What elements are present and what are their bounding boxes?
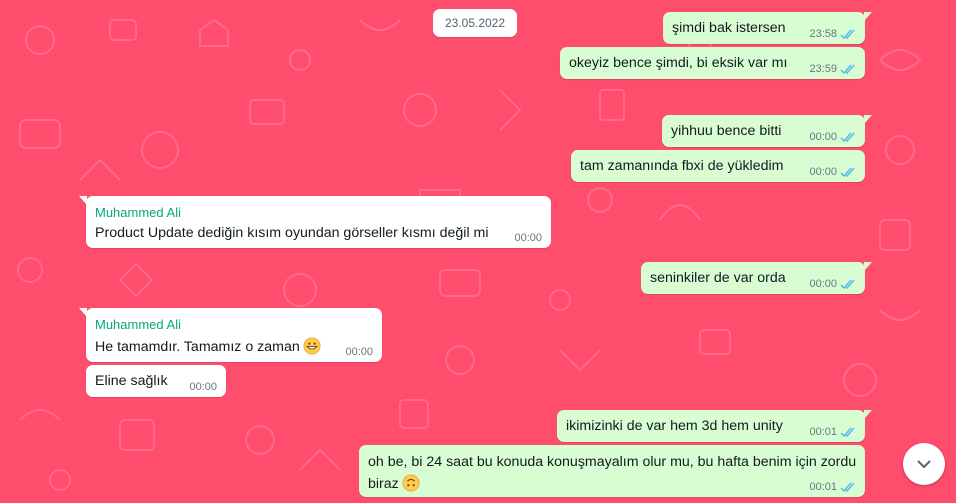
message-incoming[interactable]: Muhammed Ali Product Update dediğin kısı…: [79, 196, 551, 248]
message-time: 00:00: [809, 278, 837, 290]
message-time: 00:00: [809, 131, 837, 143]
message-meta: 23:58: [809, 28, 856, 40]
message-time: 00:00: [345, 346, 373, 358]
message-meta: 00:00: [809, 166, 856, 178]
message-meta: 23:59: [809, 63, 856, 75]
double-check-icon: [840, 29, 856, 40]
message-text: seninkiler de var orda: [650, 270, 786, 286]
message-text: yihhuu bence bitti: [671, 123, 782, 139]
message-text: tam zamanında fbxi de yükledim: [580, 158, 784, 174]
grinning-face-icon: [303, 337, 321, 355]
message-time: 00:00: [514, 232, 542, 244]
message-text: Eline sağlık: [95, 373, 168, 389]
message-incoming[interactable]: Muhammed Ali He tamamdır. Tamamız o zama…: [79, 308, 382, 362]
date-label: 23.05.2022: [444, 16, 506, 30]
message-time: 00:01: [809, 426, 837, 438]
message-meta: 00:00: [345, 346, 373, 358]
message-text-line: He tamamdır. Tamamız o zaman: [95, 337, 321, 355]
message-outgoing[interactable]: ikimizinki de var hem 3d hem unity 00:01: [557, 410, 872, 442]
message-time: 23:59: [809, 63, 837, 75]
date-separator: 23.05.2022: [433, 9, 517, 37]
message-meta: 00:00: [809, 131, 856, 143]
message-text-line-1: oh be, bi 24 saat bu konuda konuşmayalım…: [368, 454, 857, 470]
double-check-icon: [840, 427, 856, 438]
sender-name[interactable]: Muhammed Ali: [95, 317, 181, 332]
sender-name[interactable]: Muhammed Ali: [95, 205, 181, 220]
double-check-icon: [840, 132, 856, 143]
double-check-icon: [840, 482, 856, 493]
message-outgoing[interactable]: okeyiz bence şimdi, bi eksik var mı 23:5…: [560, 47, 865, 79]
double-check-icon: [840, 279, 856, 290]
double-check-icon: [840, 64, 856, 75]
upside-down-face-icon: [402, 474, 420, 492]
message-text: şimdi bak istersen: [672, 20, 786, 36]
message-meta: 00:00: [809, 278, 856, 290]
message-time: 23:58: [809, 28, 837, 40]
message-text-line-2: biraz: [368, 474, 420, 492]
message-text: okeyiz bence şimdi, bi eksik var mı: [569, 55, 788, 71]
message-text: Product Update dediğin kısım oyundan gör…: [95, 225, 489, 241]
message-time: 00:00: [809, 166, 837, 178]
message-text: biraz: [368, 476, 399, 492]
message-outgoing[interactable]: tam zamanında fbxi de yükledim 00:00: [571, 150, 865, 182]
message-text: He tamamdır. Tamamız o zaman: [95, 339, 300, 355]
message-meta: 00:00: [514, 232, 542, 244]
message-time: 00:00: [189, 381, 217, 393]
message-time: 00:01: [809, 481, 837, 493]
message-outgoing[interactable]: şimdi bak istersen 23:58: [663, 12, 872, 44]
message-outgoing[interactable]: oh be, bi 24 saat bu konuda konuşmayalım…: [359, 445, 865, 497]
message-meta: 00:01: [809, 481, 856, 493]
chevron-down-icon: [917, 460, 931, 469]
message-meta: 00:00: [189, 381, 217, 393]
message-meta: 00:01: [809, 426, 856, 438]
message-outgoing[interactable]: yihhuu bence bitti 00:00: [662, 115, 872, 147]
message-incoming[interactable]: Eline sağlık 00:00: [86, 365, 226, 397]
scroll-to-bottom-button[interactable]: [903, 443, 945, 485]
message-text: ikimizinki de var hem 3d hem unity: [566, 418, 783, 434]
double-check-icon: [840, 167, 856, 178]
message-outgoing[interactable]: seninkiler de var orda 00:00: [641, 262, 872, 294]
